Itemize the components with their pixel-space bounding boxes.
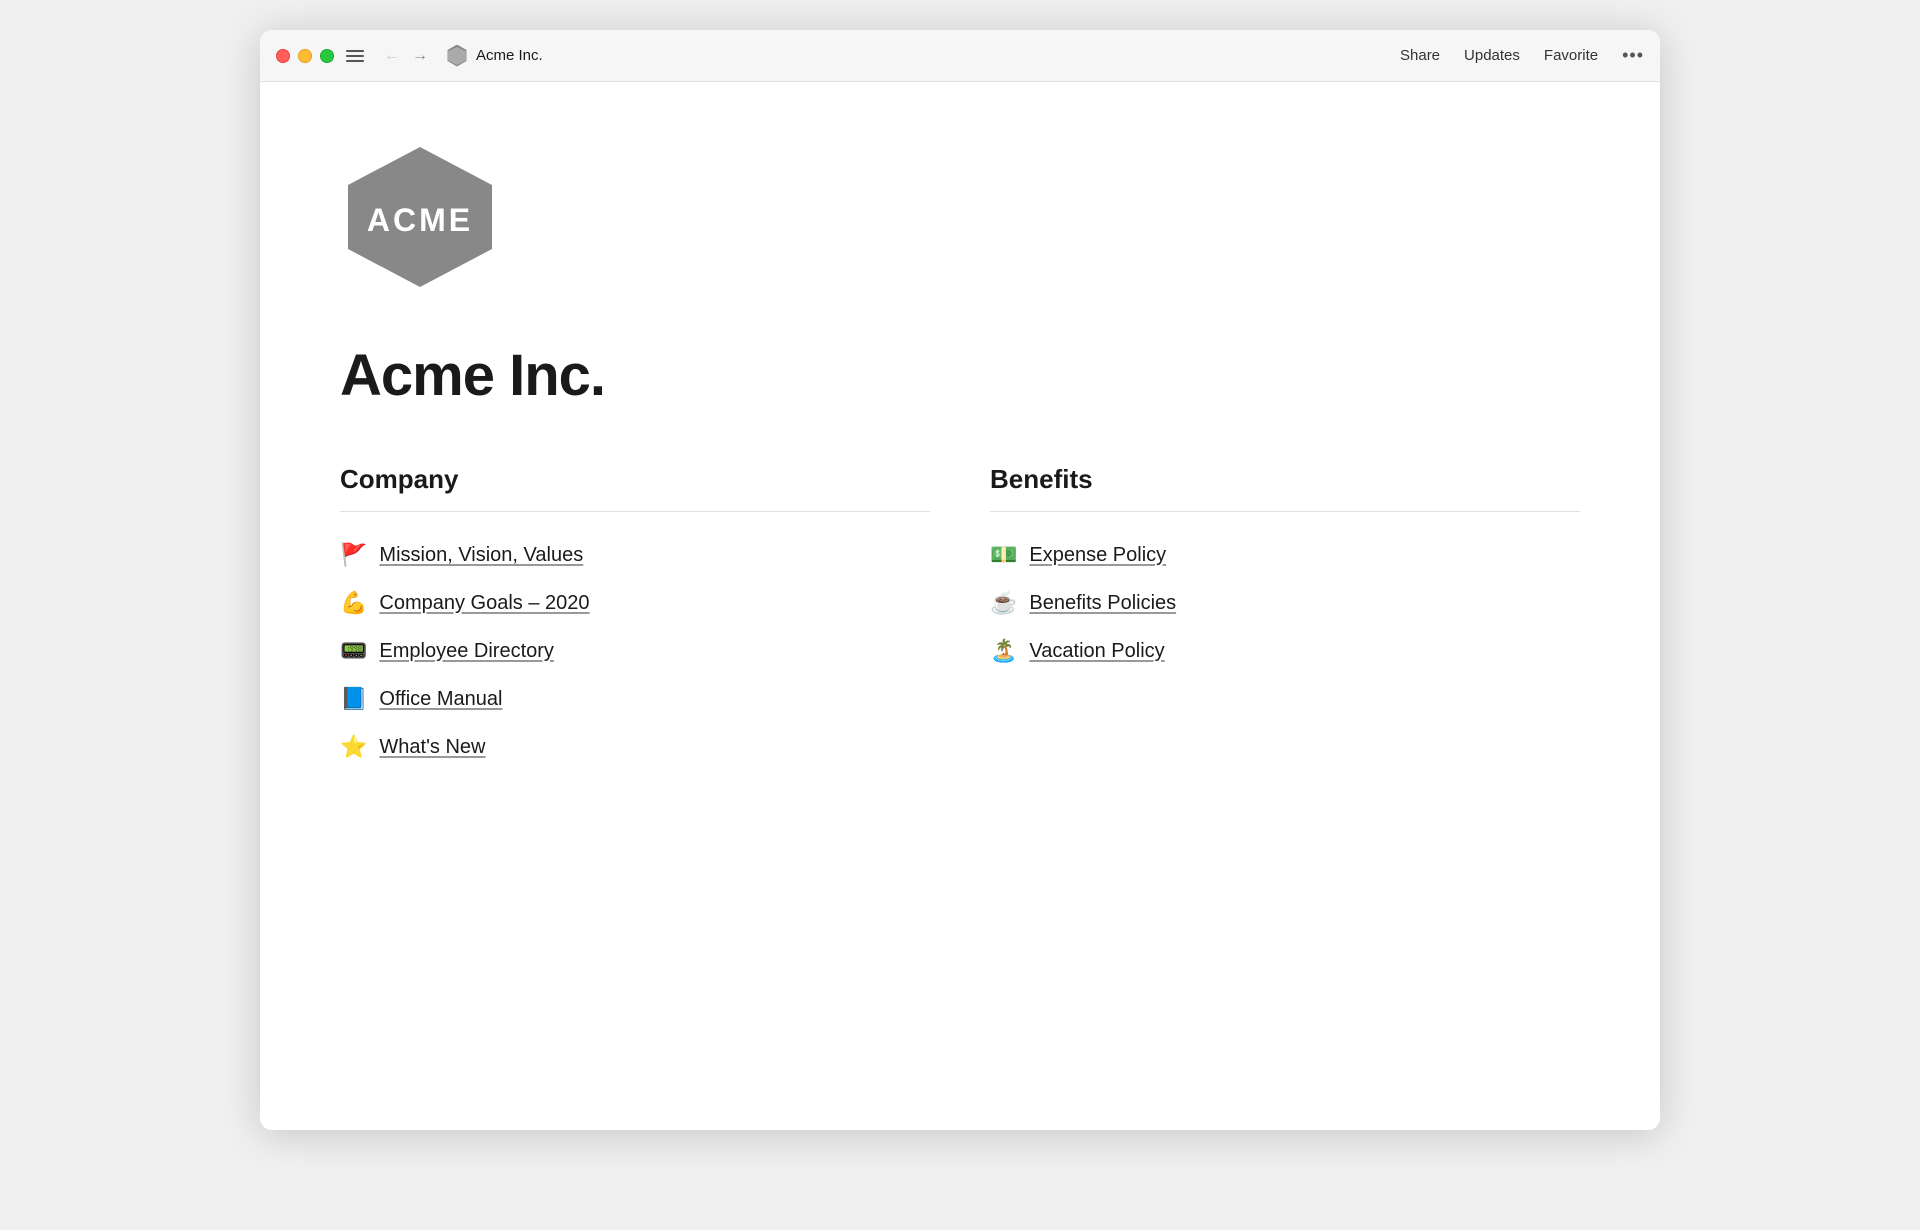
- vacation-link[interactable]: Vacation Policy: [1029, 640, 1164, 663]
- expense-icon: 💵: [990, 542, 1017, 568]
- benefits-policies-link[interactable]: Benefits Policies: [1029, 592, 1176, 615]
- sections-grid: Company 🚩 Mission, Vision, Values 💪 Comp…: [340, 464, 1580, 770]
- manual-link[interactable]: Office Manual: [379, 688, 502, 711]
- traffic-lights: [276, 49, 334, 63]
- close-button[interactable]: [276, 49, 290, 63]
- updates-button[interactable]: Updates: [1464, 47, 1520, 64]
- svg-text:ACME: ACME: [367, 202, 473, 238]
- list-item[interactable]: ☕ Benefits Policies: [990, 580, 1580, 626]
- manual-icon: 📘: [340, 686, 367, 712]
- list-item[interactable]: 🚩 Mission, Vision, Values: [340, 532, 930, 578]
- list-item[interactable]: 📘 Office Manual: [340, 676, 930, 722]
- benefits-link-list: 💵 Expense Policy ☕ Benefits Policies 🏝️ …: [990, 532, 1580, 674]
- page-icon-title: Acme Inc.: [446, 45, 1400, 67]
- goals-link[interactable]: Company Goals – 2020: [379, 592, 589, 615]
- list-item[interactable]: ⭐ What's New: [340, 724, 930, 770]
- company-section: Company 🚩 Mission, Vision, Values 💪 Comp…: [340, 464, 930, 770]
- list-item[interactable]: 🏝️ Vacation Policy: [990, 628, 1580, 674]
- forward-arrow[interactable]: →: [408, 45, 432, 67]
- company-heading: Company: [340, 464, 930, 495]
- list-item[interactable]: 📟 Employee Directory: [340, 628, 930, 674]
- benefits-divider: [990, 511, 1580, 512]
- company-link-list: 🚩 Mission, Vision, Values 💪 Company Goal…: [340, 532, 930, 770]
- nav-arrows: ← →: [380, 45, 432, 67]
- goals-icon: 💪: [340, 590, 367, 616]
- logo-container: ACME: [340, 142, 1580, 292]
- benefits-icon: ☕: [990, 590, 1017, 616]
- favorite-button[interactable]: Favorite: [1544, 47, 1598, 64]
- page-heading: Acme Inc.: [340, 342, 1580, 409]
- vacation-icon: 🏝️: [990, 638, 1017, 664]
- menu-icon[interactable]: [346, 46, 366, 66]
- list-item[interactable]: 💵 Expense Policy: [990, 532, 1580, 578]
- directory-link[interactable]: Employee Directory: [379, 640, 554, 663]
- benefits-heading: Benefits: [990, 464, 1580, 495]
- content-area: ACME Acme Inc. Company 🚩 Mission, Vision…: [260, 82, 1660, 1130]
- benefits-section: Benefits 💵 Expense Policy ☕ Benefits Pol…: [990, 464, 1580, 770]
- whats-new-link[interactable]: What's New: [379, 736, 485, 759]
- expense-link[interactable]: Expense Policy: [1029, 544, 1166, 567]
- company-divider: [340, 511, 930, 512]
- more-button[interactable]: •••: [1622, 45, 1644, 66]
- page-title: Acme Inc.: [476, 47, 543, 64]
- titlebar: ← → Acme Inc. Share Updates Favorite •••: [260, 30, 1660, 82]
- list-item[interactable]: 💪 Company Goals – 2020: [340, 580, 930, 626]
- whats-new-icon: ⭐: [340, 734, 367, 760]
- directory-icon: 📟: [340, 638, 367, 664]
- maximize-button[interactable]: [320, 49, 334, 63]
- titlebar-actions: Share Updates Favorite •••: [1400, 45, 1644, 66]
- acme-logo: ACME: [340, 142, 500, 292]
- mission-link[interactable]: Mission, Vision, Values: [379, 544, 583, 567]
- minimize-button[interactable]: [298, 49, 312, 63]
- share-button[interactable]: Share: [1400, 47, 1440, 64]
- app-window: ← → Acme Inc. Share Updates Favorite •••: [260, 30, 1660, 1130]
- mission-icon: 🚩: [340, 542, 367, 568]
- back-arrow[interactable]: ←: [380, 45, 404, 67]
- page-icon: [446, 45, 468, 67]
